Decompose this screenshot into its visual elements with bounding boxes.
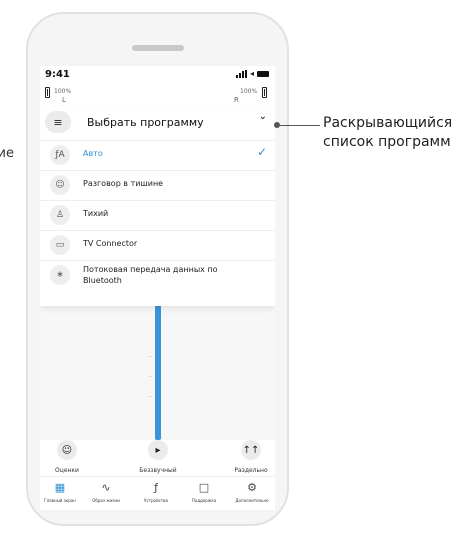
phone-screen: 9:41 ◂ 100% L R 100% ≡ Выбрать программу… <box>40 66 275 510</box>
nav-lifestyle[interactable]: ∿ Образ жизни <box>86 481 126 503</box>
program-option-tv[interactable]: ▭ TV Connector <box>40 230 275 261</box>
bluetooth-icon: ∗ <box>50 265 70 285</box>
program-label: Авто <box>83 149 103 158</box>
callout-line <box>277 125 320 126</box>
list-menu-icon[interactable]: ≡ <box>45 111 71 133</box>
left-battery-pct: 100% <box>54 88 72 95</box>
conversation-icon: ☺ <box>50 175 70 195</box>
signal-icon <box>235 70 247 78</box>
bottom-nav: ▦ Главный экран ∿ Образ жизни ƒ Устройст… <box>40 476 275 510</box>
ratings-button[interactable]: ☺ Оценки <box>52 440 82 474</box>
nav-label: Поддержка <box>191 498 217 503</box>
chevron-down-icon[interactable]: ⌄ <box>259 111 267 122</box>
home-grid-icon: ▦ <box>54 481 66 494</box>
ratings-label: Оценки <box>55 467 79 474</box>
program-dropdown: ≡ Выбрать программу ⌄ ƒA Авто ✓ ☺ Разгов… <box>40 106 275 306</box>
nav-support[interactable]: □ Поддержка <box>184 481 224 503</box>
tv-icon: ▭ <box>50 235 70 255</box>
mute-label: Беззвучный <box>139 467 177 474</box>
ear-auto-icon: ƒA <box>50 145 70 165</box>
smiley-icon: ☺ <box>57 440 77 460</box>
status-time: 9:41 <box>45 69 70 80</box>
cutoff-caption: ие <box>0 146 14 161</box>
program-label: Тихий <box>83 209 109 218</box>
left-side-label: L <box>62 96 66 104</box>
program-label: TV Connector <box>83 239 138 248</box>
lifestyle-icon: ∿ <box>101 481 111 494</box>
slider-tick <box>149 376 152 377</box>
wifi-icon: ◂ <box>249 69 254 78</box>
hearing-aid-status: 100% L R 100% <box>40 84 275 106</box>
right-battery-icon <box>262 87 267 98</box>
devices-icon: ƒ <box>154 481 158 494</box>
split-icon: ↑↑ <box>241 440 261 460</box>
right-battery-pct: 100% <box>240 88 258 95</box>
program-label: Разговор в тишине <box>83 179 164 188</box>
program-option-conversation[interactable]: ☺ Разговор в тишине <box>40 170 275 201</box>
program-option-bluetooth[interactable]: ∗ Потоковая передача данных по Bluetooth <box>40 260 275 294</box>
gear-icon: ⚙ <box>247 481 257 494</box>
nav-more[interactable]: ⚙ Дополнительно <box>232 481 272 503</box>
split-label: Раздельно <box>234 467 268 474</box>
left-battery-icon <box>45 87 50 98</box>
mute-button[interactable]: ▸ Беззвучный <box>138 440 178 474</box>
phone-frame: 9:41 ◂ 100% L R 100% ≡ Выбрать программу… <box>26 12 289 526</box>
program-option-quiet[interactable]: ♙ Тихий <box>40 200 275 231</box>
nav-devices[interactable]: ƒ Устройства <box>136 481 176 503</box>
nav-label: Главный экран <box>44 498 76 503</box>
battery-icon <box>257 71 269 77</box>
check-icon: ✓ <box>256 145 267 159</box>
status-bar: 9:41 ◂ <box>40 66 275 84</box>
phone-speaker <box>132 45 184 51</box>
dropdown-header[interactable]: ≡ Выбрать программу ⌄ <box>40 106 275 141</box>
action-bar: ☺ Оценки ▸ Беззвучный ↑↑ Раздельно <box>40 440 275 476</box>
status-icons: ◂ <box>235 69 269 78</box>
right-side-label: R <box>234 96 239 104</box>
nav-home[interactable]: ▦ Главный экран <box>40 481 80 503</box>
person-quiet-icon: ♙ <box>50 205 70 225</box>
nav-label: Устройства <box>144 498 168 503</box>
nav-label: Дополнительно <box>235 498 269 503</box>
nav-label: Образ жизни <box>92 498 120 503</box>
split-button[interactable]: ↑↑ Раздельно <box>231 440 271 474</box>
program-label: Потоковая передача данных по Bluetooth <box>83 265 218 285</box>
program-option-auto[interactable]: ƒA Авто ✓ <box>40 140 275 171</box>
callout-caption: Раскрывающийся список программ <box>323 114 452 152</box>
callout-line-2: список программ <box>323 134 451 150</box>
chat-icon: □ <box>198 481 210 494</box>
callout-line-1: Раскрывающийся <box>323 115 453 131</box>
slider-tick <box>149 396 152 397</box>
speaker-mute-icon: ▸ <box>148 440 168 460</box>
slider-tick <box>149 356 152 357</box>
dropdown-title: Выбрать программу <box>87 116 204 129</box>
